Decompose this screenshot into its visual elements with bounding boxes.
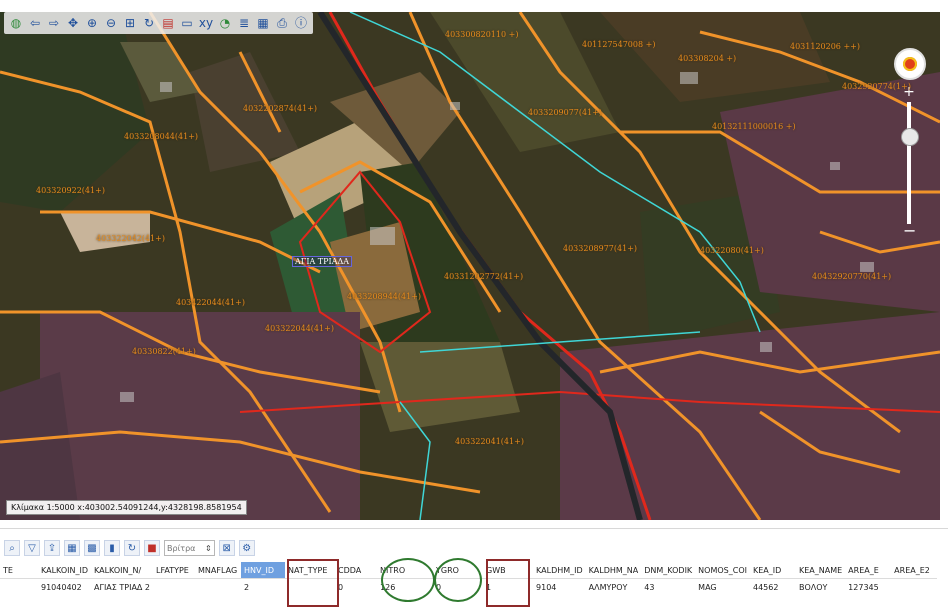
zoom-slider-handle[interactable] [901,128,919,146]
column-header[interactable]: LFATYPE [153,562,196,579]
parcel-label: 40330822(41+) [132,347,196,356]
scale-coordinates-readout: Κλίμακα 1:5000 x:403002.54091244,y:43281… [6,500,247,515]
nat-type-highlight-box [287,559,339,607]
parcel-label: 403322044(41+) [265,324,334,333]
measure-icon[interactable]: ◔ [217,15,233,31]
back-arrow-icon[interactable]: ⇦ [27,15,43,31]
nitro-highlight-oval [381,558,435,602]
gwb-highlight-box [486,559,530,607]
locate-icon[interactable] [894,48,926,80]
column-header[interactable]: DNM_KODIK [641,562,696,579]
column-header[interactable]: NOMOS_COI [695,562,750,579]
column-header[interactable]: CDDA [335,562,378,579]
table-cell[interactable] [153,579,195,596]
zoom-control: + − [894,48,926,239]
column-header[interactable]: KEA_ID [749,562,796,579]
settings-icon[interactable]: ⚙ [238,540,255,556]
coordinates-icon[interactable]: xy [198,15,214,31]
table-cell[interactable]: 91040402 [38,579,91,596]
zoom-box-icon[interactable]: ⊞ [122,15,138,31]
search-icon[interactable]: ⌕ [4,540,20,556]
parcel-label: 40132111000016 +) [712,122,796,131]
parcel-label: 4032920774(1+) [842,82,911,91]
forward-arrow-icon[interactable]: ⇨ [46,15,62,31]
gis-app-window: ◍ ⇦ ⇨ ✥ ⊕ ⊖ ⊞ ↻ ▤ ▭ xy ◔ ≣ ▦ ⎙ ⓘ + − 403… [0,0,948,615]
table-cell[interactable]: 2 [241,579,285,596]
table-cell[interactable]: ΑΓΙΑΣ ΤΡΙΑΔ 2 [91,579,153,596]
parcel-label: 403422044(41+) [176,298,245,307]
table-cell[interactable]: 9104 [533,579,586,596]
column-header[interactable]: KALDHM_NA [585,562,642,579]
parcel-label: 4033208977(41+) [563,244,638,253]
parcel-label: 40331202772(41+) [444,272,524,281]
legend-icon[interactable]: ≣ [236,15,252,31]
parcel-label: 403300820110 +) [445,30,519,39]
page-stepper-input[interactable] [165,542,203,554]
zoom-to-feature-icon[interactable]: ⊠ [218,540,235,556]
stop-icon[interactable]: ■ [144,540,160,556]
parcel-label: 403322042(41+) [96,234,165,243]
table-cell[interactable]: 0 [335,579,377,596]
map-toolbar: ◍ ⇦ ⇨ ✥ ⊕ ⊖ ⊞ ↻ ▤ ▭ xy ◔ ≣ ▦ ⎙ ⓘ [4,12,313,34]
parcel-label: 40432920770(41+) [812,272,892,281]
zoom-in-icon[interactable]: ⊕ [84,15,100,31]
zoom-out-icon[interactable]: ⊖ [103,15,119,31]
column-header-selected[interactable]: HNV_ID [241,562,286,579]
column-header[interactable]: KEA_NAME [795,562,846,579]
zoom-slider-track[interactable] [907,102,911,224]
table-cell[interactable] [195,579,241,596]
info-icon[interactable]: ⓘ [293,15,309,31]
export-icon[interactable]: ⇪ [44,540,60,556]
grid-icon[interactable]: ▩ [84,540,100,556]
stepper-arrows-icon[interactable]: ⇕ [203,544,214,553]
attribute-panel: ⌕ ▽ ⇪ ▦ ▩ ▮ ↻ ■ ⇕ ⊠ ⚙ TE KALKOIN_ID KALK… [0,528,948,615]
parcel-label: 403322041(41+) [455,437,524,446]
table-cell[interactable]: ΑΛΜΥΡΟΥ [586,579,642,596]
refresh-icon[interactable]: ↻ [141,15,157,31]
column-header[interactable]: TE [0,562,38,579]
parcel-label: 4031120206 ++) [790,42,860,51]
globe-icon[interactable]: ◍ [8,15,24,31]
parcel-label: 401127547008 +) [582,40,656,49]
overview-icon[interactable]: ▦ [255,15,271,31]
column-header[interactable]: AREA_E [845,562,892,579]
village-label: ΑΓΙΑ ΤΡΙΑΔΑ [292,256,353,267]
parcel-label: 4033209077(41+) [528,108,603,117]
column-header[interactable]: KALKOIN_N/ [91,562,154,579]
chart-icon[interactable]: ▮ [104,540,120,556]
map-canvas[interactable]: ◍ ⇦ ⇨ ✥ ⊕ ⊖ ⊞ ↻ ▤ ▭ xy ◔ ≣ ▦ ⎙ ⓘ + − 403… [0,12,940,520]
table-cell[interactable]: MAG [695,579,750,596]
layers-icon[interactable]: ▤ [160,15,176,31]
parcel-label: 4032202874(41+) [243,104,318,113]
page-stepper[interactable]: ⇕ [164,540,215,556]
table-cell[interactable]: 127345 [845,579,891,596]
parcel-label: 4033208044(41+) [124,132,199,141]
table-cell[interactable]: 44562 [750,579,796,596]
column-header[interactable]: AREA_E2 [891,562,938,579]
parcel-label: 4033208944(41+) [347,292,422,301]
refresh-icon[interactable]: ↻ [124,540,140,556]
table-cell[interactable] [0,579,38,596]
table-icon[interactable]: ▦ [64,540,80,556]
print-icon[interactable]: ⎙ [274,15,290,31]
column-header[interactable]: KALKOIN_ID [38,562,92,579]
zoom-minus-button[interactable]: − [903,223,916,239]
select-icon[interactable]: ▭ [179,15,195,31]
parcel-label: 40322080(41+) [700,246,764,255]
column-header[interactable]: KALDHM_ID [533,562,586,579]
filter-icon[interactable]: ▽ [24,540,40,556]
ygro-highlight-oval [434,558,482,602]
attribute-toolbar: ⌕ ▽ ⇪ ▦ ▩ ▮ ↻ ■ ⇕ ⊠ ⚙ [0,537,255,559]
table-cell[interactable]: ΒΟΛΟΥ [796,579,845,596]
parcel-label: 403320922(41+) [36,186,105,195]
table-cell[interactable] [891,579,937,596]
parcel-label: 403308204 +) [678,54,737,63]
table-cell[interactable]: 43 [641,579,695,596]
column-header[interactable]: MNAFLAG [195,562,242,579]
pan-icon[interactable]: ✥ [65,15,81,31]
